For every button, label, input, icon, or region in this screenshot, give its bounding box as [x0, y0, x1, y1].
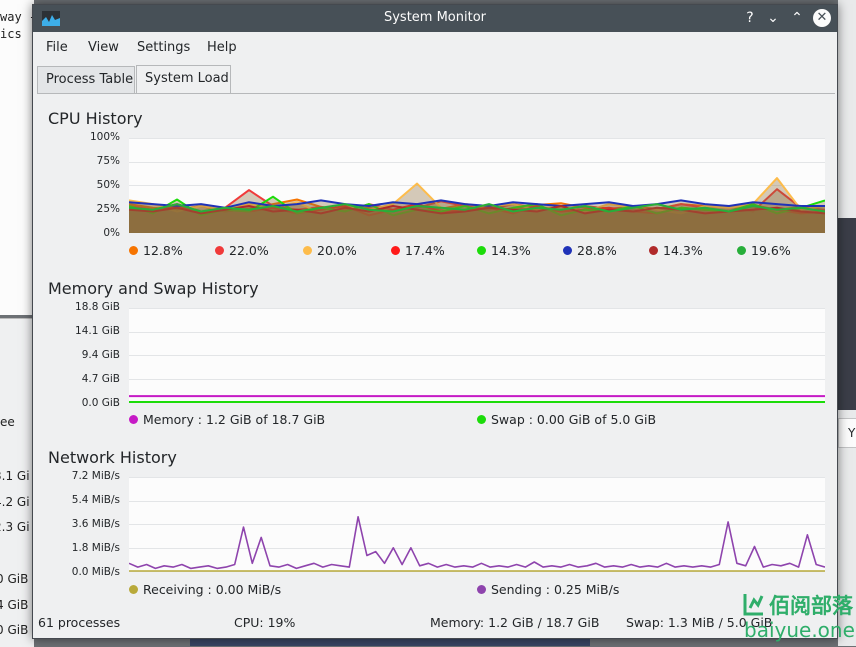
- net-plot-svg: [129, 477, 825, 572]
- menu-settings[interactable]: Settings: [137, 40, 190, 55]
- network-y-tick: 7.2 MiB/s: [71, 470, 120, 482]
- watermark: 佰阅部落 baiyue.one: [739, 590, 856, 646]
- cpu-legend-item: 28.8%: [563, 243, 617, 258]
- background-row: 2.3 Gi: [0, 520, 30, 534]
- cpu-legend-item: 19.6%: [737, 243, 791, 258]
- background-row: ee: [0, 415, 15, 429]
- cpu-legend-dot: [477, 246, 486, 255]
- terminal-line: ics: [0, 27, 22, 41]
- memory-history-chart: [129, 308, 825, 403]
- sending-legend-dot: [477, 585, 486, 594]
- terminal-line: way -: [0, 10, 37, 24]
- memory-y-tick: 4.7 GiB: [81, 373, 120, 385]
- background-row: 3.1 Gi: [0, 469, 30, 483]
- cpu-legend-dot: [563, 246, 572, 255]
- cpu-legend-item: 12.8%: [129, 243, 183, 258]
- swap-legend-item: Swap : 0.00 GiB of 5.0 GiB: [477, 412, 656, 427]
- menu-help[interactable]: Help: [207, 40, 237, 55]
- cpu-y-tick: 25%: [96, 203, 120, 215]
- tab-system-load[interactable]: System Load: [136, 65, 231, 94]
- cpu-plot-svg: [129, 138, 825, 233]
- cpu-legend-label: 19.6%: [751, 243, 791, 258]
- cpu-legend-item: 14.3%: [649, 243, 703, 258]
- status-bar: 61 processes CPU: 19% Memory: 1.2 GiB / …: [33, 613, 837, 637]
- watermark-text-en: baiyue.one: [744, 618, 855, 642]
- close-button[interactable]: ✕: [813, 9, 831, 27]
- menu-bar: File View Settings Help: [33, 35, 837, 61]
- cpu-legend-item: 14.3%: [477, 243, 531, 258]
- maximize-button[interactable]: ⌃: [788, 9, 806, 27]
- status-cpu: CPU: 19%: [234, 615, 296, 630]
- cpu-legend-item: 20.0%: [303, 243, 357, 258]
- background-tab: Y: [838, 418, 856, 448]
- menu-file[interactable]: File: [46, 40, 68, 55]
- background-wallpaper: [838, 218, 856, 410]
- network-y-tick: 5.4 MiB/s: [71, 494, 120, 506]
- memory-y-tick: 14.1 GiB: [75, 325, 120, 337]
- cpu-legend-dot: [737, 246, 746, 255]
- cpu-y-tick: 50%: [96, 179, 120, 191]
- receiving-legend-dot: [129, 585, 138, 594]
- sending-legend-item: Sending : 0.25 MiB/s: [477, 582, 619, 597]
- background-row: 4 GiB: [0, 598, 29, 612]
- cpu-legend-label: 14.3%: [491, 243, 531, 258]
- network-history-title: Network History: [48, 448, 177, 467]
- receiving-legend-label: Receiving : 0.00 MiB/s: [143, 582, 282, 597]
- memory-y-tick: 18.8 GiB: [75, 301, 120, 313]
- menu-view[interactable]: View: [88, 40, 119, 55]
- swap-legend-dot: [477, 415, 486, 424]
- cpu-history-chart: [129, 138, 825, 233]
- mem-plot-svg: [129, 308, 825, 403]
- swap-legend-label: Swap : 0.00 GiB of 5.0 GiB: [491, 412, 657, 427]
- cpu-history-title: CPU History: [48, 109, 143, 128]
- watermark-text-cn: 佰阅部落: [769, 594, 853, 618]
- cpu-legend-dot: [215, 246, 224, 255]
- background-terminal: way - ics: [0, 0, 37, 315]
- cpu-legend-label: 20.0%: [317, 243, 357, 258]
- cpu-y-tick: 100%: [89, 131, 120, 143]
- network-y-tick: 3.6 MiB/s: [71, 518, 120, 530]
- background-row: 0 GiB: [0, 572, 29, 586]
- background-window-right: Y: [838, 0, 856, 646]
- background-row: 4.2 Gi: [0, 495, 30, 509]
- memory-y-tick: 0.0 GiB: [81, 397, 120, 409]
- memory-y-tick: 9.4 GiB: [81, 349, 120, 361]
- tab-process-table[interactable]: Process Table: [37, 66, 135, 93]
- cpu-legend-dot: [303, 246, 312, 255]
- memory-legend-label: Memory : 1.2 GiB of 18.7 GiB: [143, 412, 326, 427]
- cpu-legend-label: 14.3%: [663, 243, 703, 258]
- cpu-legend-label: 12.8%: [143, 243, 183, 258]
- title-bar[interactable]: System Monitor ? ⌄ ⌃ ✕: [33, 5, 837, 32]
- cpu-legend-dot: [129, 246, 138, 255]
- cpu-legend-label: 28.8%: [577, 243, 617, 258]
- status-process-count: 61 processes: [38, 615, 121, 630]
- background-row: 0 GiB: [0, 623, 29, 637]
- status-memory: Memory: 1.2 GiB / 18.7 GiB: [430, 615, 600, 630]
- network-history-chart: [129, 477, 825, 572]
- memory-legend-dot: [129, 415, 138, 424]
- help-button[interactable]: ?: [741, 9, 759, 27]
- cpu-legend-item: 17.4%: [391, 243, 445, 258]
- sending-legend-label: Sending : 0.25 MiB/s: [491, 582, 620, 597]
- tab-divider: [37, 93, 835, 94]
- background-window-left: ee 3.1 Gi 4.2 Gi 2.3 Gi 0 GiB 4 GiB 0 Gi…: [0, 318, 34, 647]
- window-title: System Monitor: [383, 10, 487, 25]
- memory-legend-item: Memory : 1.2 GiB of 18.7 GiB: [129, 412, 325, 427]
- network-y-tick: 1.8 MiB/s: [71, 542, 120, 554]
- cpu-legend-dot: [391, 246, 400, 255]
- cpu-legend-label: 22.0%: [229, 243, 269, 258]
- system-monitor-window: System Monitor ? ⌄ ⌃ ✕ File View Setting…: [32, 4, 838, 639]
- cpu-y-tick: 75%: [96, 155, 120, 167]
- cpu-y-tick: 0%: [103, 227, 120, 239]
- minimize-button[interactable]: ⌄: [764, 9, 782, 27]
- receiving-legend-item: Receiving : 0.00 MiB/s: [129, 582, 281, 597]
- memory-history-title: Memory and Swap History: [48, 279, 259, 298]
- cpu-legend-item: 22.0%: [215, 243, 269, 258]
- cpu-legend-label: 17.4%: [405, 243, 445, 258]
- watermark-logo-icon: [743, 594, 764, 616]
- cpu-legend-dot: [649, 246, 658, 255]
- network-y-tick: 0.0 MiB/s: [71, 566, 120, 578]
